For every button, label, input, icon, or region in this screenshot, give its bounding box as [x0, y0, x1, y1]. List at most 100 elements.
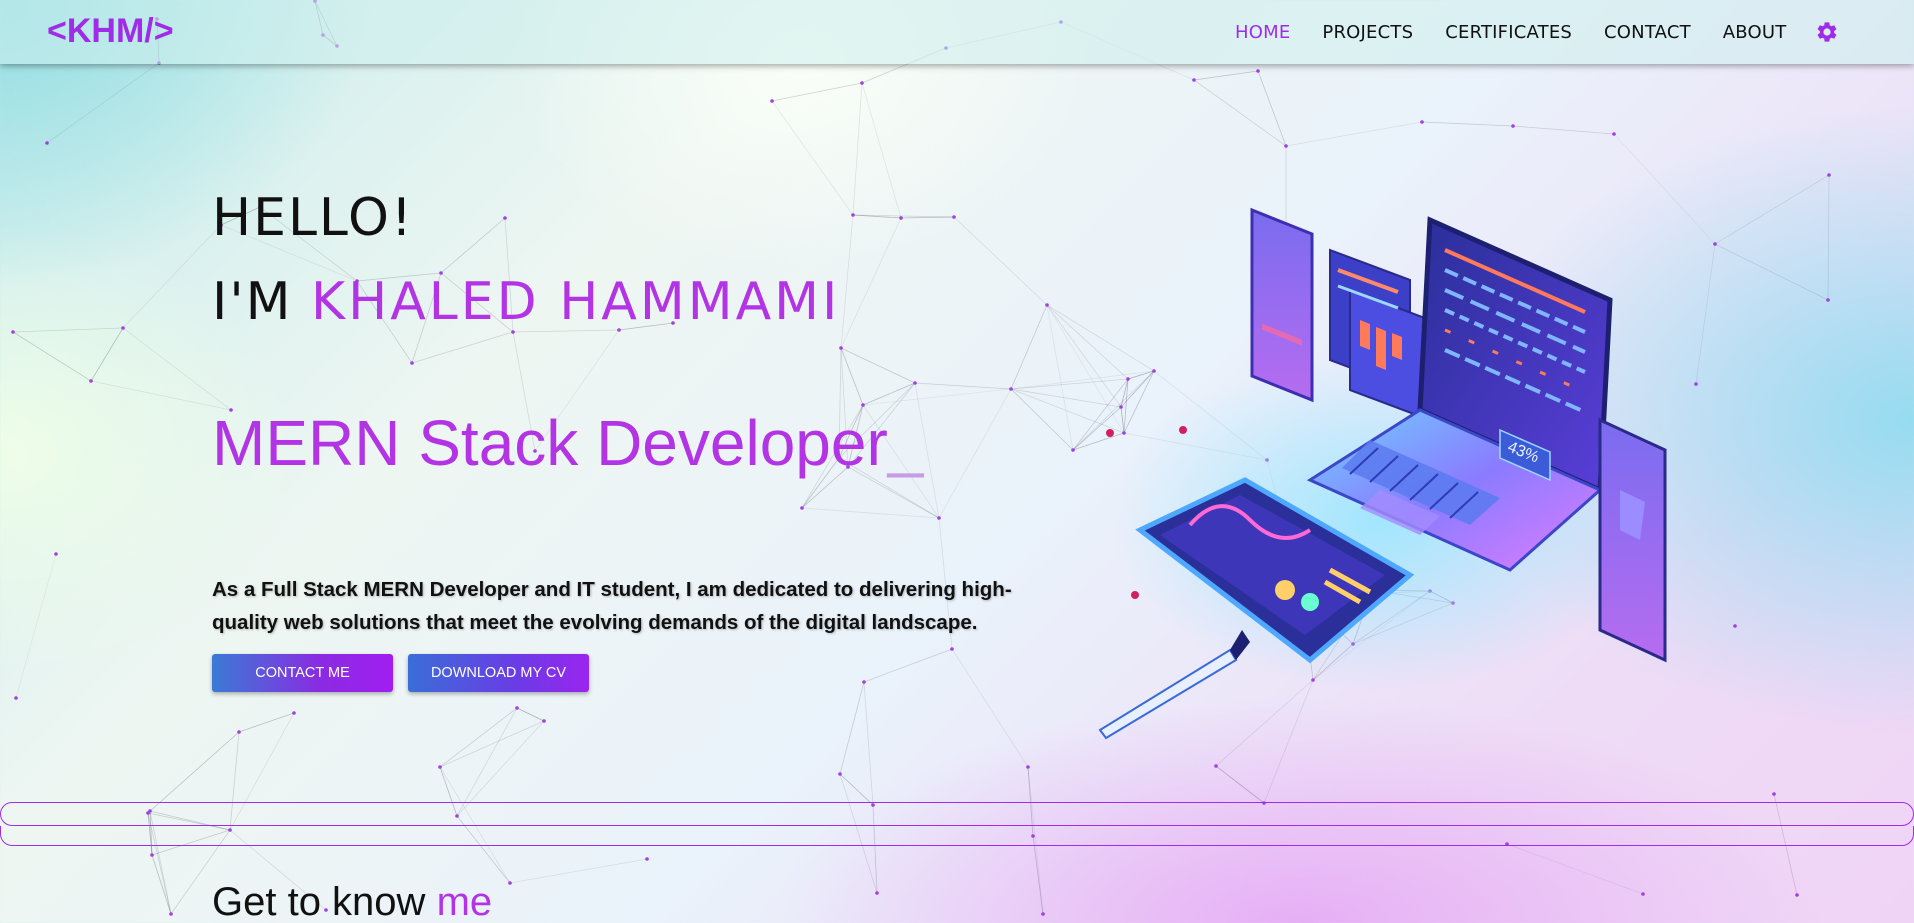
about-title-accent: me — [436, 880, 493, 923]
network-node — [1511, 124, 1515, 128]
nav-link-projects[interactable]: PROJECTS — [1322, 22, 1413, 43]
network-line — [439, 720, 545, 768]
network-line — [1032, 835, 1044, 915]
section-divider — [0, 802, 1914, 826]
download-cv-button[interactable]: DOWNLOAD MY CV — [408, 654, 589, 692]
floating-phone-right — [1598, 417, 1667, 663]
hero-role: MERN Stack Developer_ — [212, 406, 923, 480]
network-line — [1215, 765, 1265, 804]
network-node — [1772, 792, 1776, 796]
network-line — [440, 217, 506, 274]
network-line — [900, 216, 955, 219]
section-divider — [0, 826, 1914, 846]
nav-links: HOME PROJECTS CERTIFICATES CONTACT ABOUT — [1235, 22, 1818, 43]
about-title-prefix: Get to know — [212, 880, 437, 923]
nav-link-contact[interactable]: CONTACT — [1604, 22, 1691, 43]
network-line — [1193, 79, 1287, 147]
network-node — [1009, 387, 1013, 391]
network-line — [1506, 843, 1644, 895]
network-node — [1041, 912, 1045, 916]
network-node — [1071, 448, 1075, 452]
network-line — [439, 707, 518, 768]
network-line — [938, 388, 1012, 519]
network-line — [1421, 121, 1514, 127]
contact-me-button[interactable]: CONTACT ME — [212, 654, 393, 692]
network-line — [862, 382, 916, 406]
network-line — [862, 388, 1012, 406]
isometric-laptop-illustration: 43% — [1098, 207, 1667, 740]
network-node — [121, 326, 125, 330]
network-line — [914, 382, 1012, 390]
network-line — [90, 327, 124, 382]
network-node — [438, 765, 442, 769]
network-node — [1284, 144, 1288, 148]
nav-link-certificates[interactable]: CERTIFICATES — [1445, 22, 1572, 43]
network-line — [238, 712, 295, 733]
network-node — [770, 99, 774, 103]
network-line — [861, 82, 902, 219]
network-node — [1045, 303, 1049, 307]
network-node — [11, 330, 15, 334]
network-line — [1714, 174, 1830, 245]
site-logo[interactable]: <KHM/> — [47, 12, 174, 51]
gear-icon[interactable] — [1815, 20, 1839, 44]
map-pin-icon — [1179, 426, 1187, 434]
network-line — [771, 82, 863, 102]
hero-role-text: MERN Stack Developer — [212, 407, 888, 479]
network-node — [899, 216, 903, 220]
network-node — [1026, 765, 1030, 769]
network-line — [147, 731, 240, 814]
network-line — [1714, 243, 1829, 301]
network-line — [1512, 125, 1615, 135]
network-node — [292, 711, 296, 715]
network-node — [875, 891, 879, 895]
network-node — [150, 853, 154, 857]
network-line — [863, 681, 874, 806]
network-line — [456, 707, 518, 817]
network-node — [952, 215, 956, 219]
network-node — [1256, 69, 1260, 73]
network-node — [45, 141, 49, 145]
network-node — [838, 772, 842, 776]
network-line — [122, 327, 232, 411]
network-line — [12, 327, 124, 333]
network-line — [90, 380, 232, 411]
hero-name: KHALED HAMMAMI — [311, 272, 841, 332]
network-node — [237, 730, 241, 734]
network-node — [410, 361, 414, 365]
network-node — [89, 379, 93, 383]
network-node — [1641, 892, 1645, 896]
network-node — [851, 213, 855, 217]
map-pin-icon — [1106, 429, 1114, 437]
network-node — [860, 81, 864, 85]
network-node — [1694, 382, 1698, 386]
nav-link-home[interactable]: HOME — [1235, 22, 1290, 43]
network-line — [151, 854, 172, 915]
hero-im-prefix: I'M — [212, 272, 312, 332]
network-node — [800, 506, 804, 510]
network-node — [950, 647, 954, 651]
network-node — [1713, 242, 1717, 246]
network-line — [15, 553, 57, 699]
network-node — [839, 346, 843, 350]
floating-phone-left — [1250, 207, 1314, 403]
network-line — [516, 707, 545, 722]
network-line — [1193, 70, 1259, 81]
network-line — [951, 648, 1029, 768]
nav-link-about[interactable]: ABOUT — [1723, 22, 1787, 43]
network-line — [411, 331, 514, 364]
network-line — [46, 62, 160, 144]
network-node — [1612, 132, 1616, 136]
network-line — [839, 681, 865, 775]
network-line — [509, 858, 648, 884]
network-line — [1695, 243, 1716, 385]
network-line — [771, 100, 854, 216]
network-node — [503, 216, 507, 220]
network-line — [953, 216, 1048, 306]
network-line — [863, 648, 953, 683]
network-line — [840, 217, 902, 349]
network-node — [1827, 173, 1831, 177]
network-node — [1733, 624, 1737, 628]
network-line — [1010, 304, 1048, 390]
network-node — [1826, 298, 1830, 302]
